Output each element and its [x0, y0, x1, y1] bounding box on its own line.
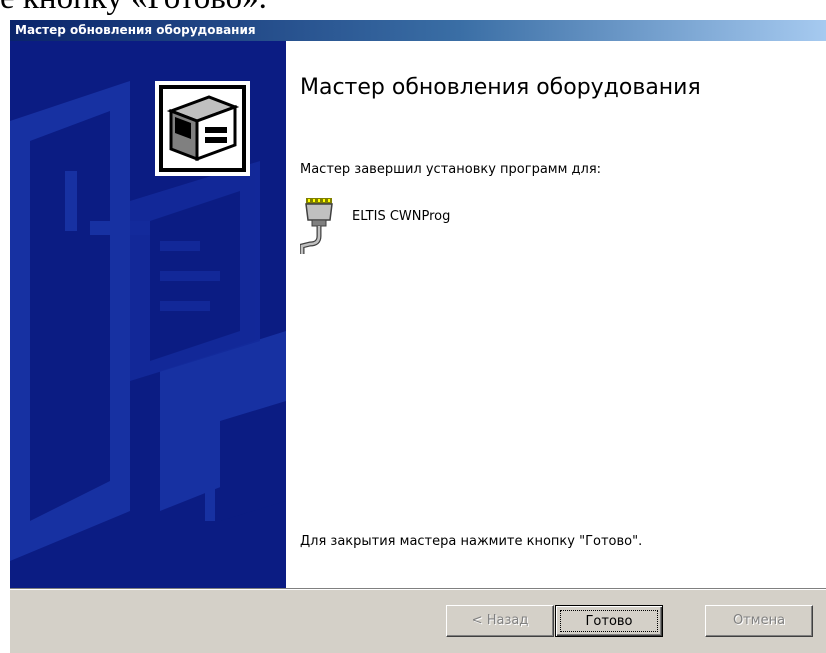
close-hint-text: Для закрытия мастера нажмите кнопку "Гот…	[300, 534, 643, 549]
cancel-button[interactable]: Отмена	[705, 605, 813, 637]
back-button[interactable]: < Назад	[446, 605, 554, 637]
document-text-fragment: е кнопку «Готово».	[0, 0, 826, 18]
wizard-heading: Мастер обновления оборудования	[300, 75, 701, 100]
window-titlebar[interactable]: Мастер обновления оборудования	[10, 20, 826, 41]
wizard-sidebar	[10, 41, 286, 588]
window-title: Мастер обновления оборудования	[15, 23, 256, 37]
finish-button[interactable]: Готово	[555, 605, 663, 637]
hardware-wizard-icon	[155, 81, 250, 176]
wizard-subtitle: Мастер завершил установку программ для:	[300, 162, 602, 177]
hardware-update-wizard-window: Мастер обновления оборудования Мастер об…	[10, 20, 826, 653]
wizard-content-panel: Мастер обновления оборудования Мастер за…	[286, 41, 826, 588]
device-name: ELTIS CWNProg	[352, 209, 451, 224]
wizard-button-bar: < Назад Готово Отмена	[10, 590, 826, 653]
serial-port-icon	[300, 198, 333, 254]
finish-button-label: Готово	[560, 610, 658, 632]
sidebar-watermark-graphic	[10, 81, 286, 561]
